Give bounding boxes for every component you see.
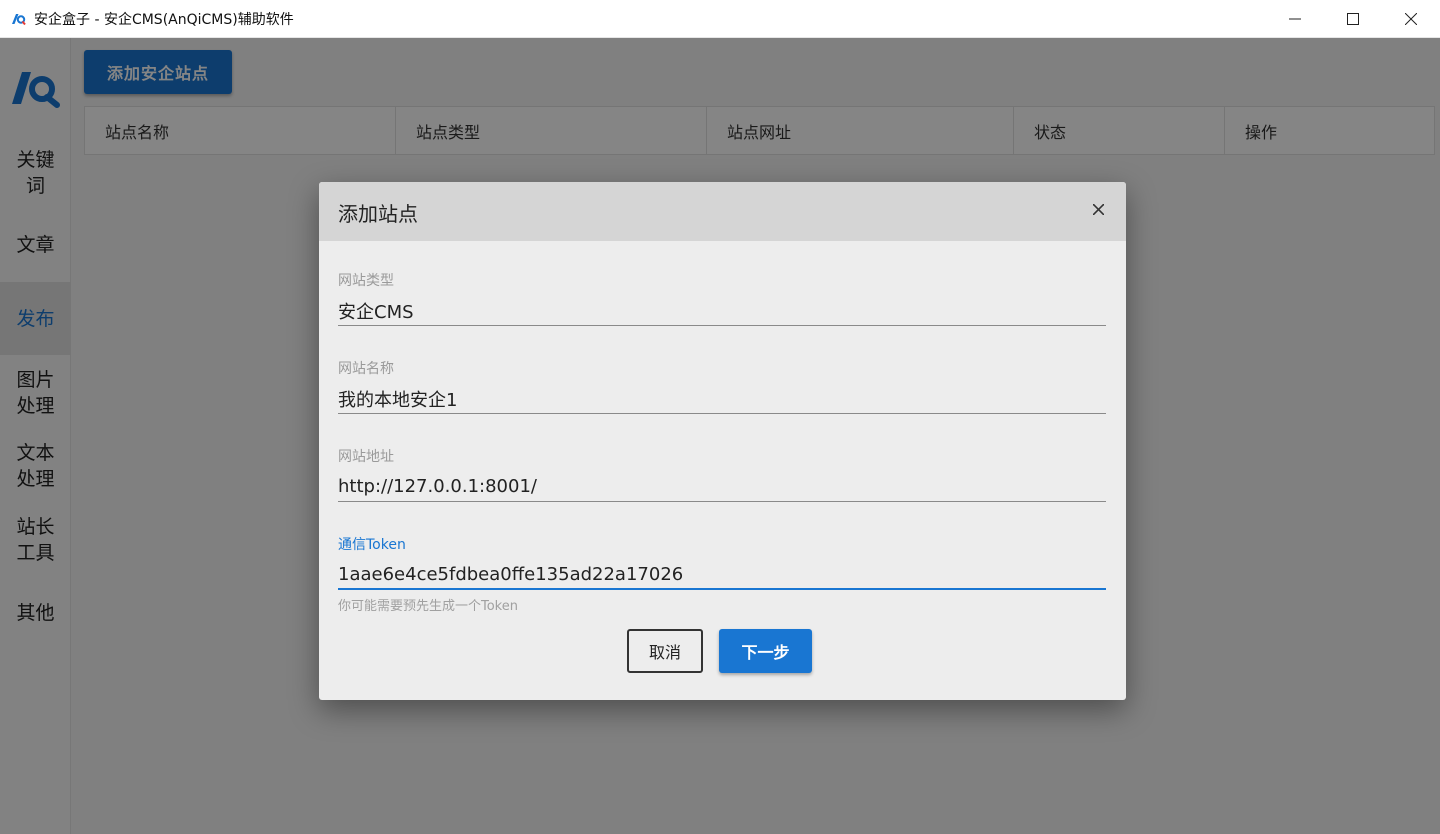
dialog-header: 添加站点	[319, 182, 1126, 241]
token-hint: 你可能需要预先生成一个Token	[338, 599, 518, 614]
site-url-field: 网站地址	[338, 446, 1106, 502]
site-url-input[interactable]	[338, 472, 1106, 502]
maximize-button[interactable]	[1324, 0, 1382, 38]
dialog-title: 添加站点	[338, 202, 418, 226]
site-type-input[interactable]	[338, 296, 1106, 326]
site-name-field: 网站名称	[338, 358, 1106, 414]
add-site-dialog: 添加站点 网站类型 网站名称 网站地址 通信Token 你可能需要预先生成一个T…	[319, 182, 1126, 700]
minimize-button[interactable]	[1266, 0, 1324, 38]
cancel-button[interactable]: 取消	[627, 629, 703, 673]
close-icon[interactable]	[1090, 201, 1106, 217]
window-titlebar: 安企盒子 - 安企CMS(AnQiCMS)辅助软件	[0, 0, 1440, 38]
site-type-label: 网站类型	[338, 273, 394, 289]
site-name-label: 网站名称	[338, 361, 394, 377]
token-field: 通信Token 你可能需要预先生成一个Token	[338, 534, 1106, 614]
site-url-label: 网站地址	[338, 449, 394, 465]
next-step-button[interactable]: 下一步	[719, 629, 812, 673]
token-input[interactable]	[338, 560, 1106, 590]
close-window-button[interactable]	[1382, 0, 1440, 38]
window-title: 安企盒子 - 安企CMS(AnQiCMS)辅助软件	[34, 11, 294, 28]
site-name-input[interactable]	[338, 384, 1106, 414]
app-logo-icon	[10, 11, 26, 27]
site-type-field: 网站类型	[338, 270, 1106, 326]
token-label: 通信Token	[338, 537, 406, 553]
